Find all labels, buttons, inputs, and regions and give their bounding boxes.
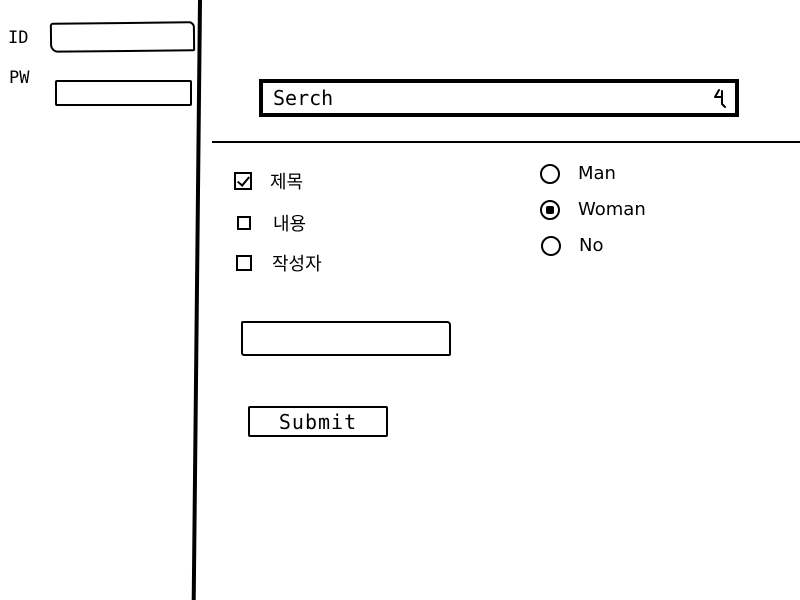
checkbox-option-author[interactable]: 작성자 — [236, 250, 322, 276]
checkbox-label: 내용 — [273, 214, 307, 235]
checkbox-label: 작성자 — [272, 254, 322, 275]
radio-label: No — [579, 235, 604, 256]
sidebar: ID PW — [0, 0, 200, 600]
id-input[interactable] — [49, 21, 196, 53]
pw-label: PW — [9, 68, 30, 88]
id-label: ID — [8, 28, 29, 48]
checkbox-content[interactable] — [237, 216, 251, 230]
radio-label: Man — [578, 163, 616, 184]
text-input[interactable] — [241, 321, 451, 356]
checkbox-option-content[interactable]: 내용 — [237, 210, 306, 236]
checkbox-option-title[interactable]: 제목 — [234, 168, 303, 194]
radio-option-man[interactable]: Man — [540, 163, 616, 184]
search-icon[interactable] — [705, 83, 735, 113]
radio-woman[interactable] — [540, 199, 560, 220]
pw-input[interactable] — [55, 80, 192, 106]
submit-button[interactable]: Submit — [248, 406, 388, 437]
horizontal-divider — [212, 141, 800, 143]
checkbox-label: 제목 — [270, 172, 304, 193]
search-icon-glyph — [714, 89, 726, 108]
page: ID PW 제목 내용 작성자 Man Woman — [0, 0, 800, 600]
radio-option-woman[interactable]: Woman — [540, 199, 646, 220]
radio-label: Woman — [578, 199, 646, 220]
search-bar — [259, 79, 739, 117]
checkbox-title[interactable] — [234, 172, 252, 190]
radio-man[interactable] — [540, 163, 560, 184]
checkbox-author[interactable] — [236, 255, 252, 271]
search-input[interactable] — [263, 83, 705, 113]
radio-no[interactable] — [541, 235, 561, 256]
radio-option-no[interactable]: No — [541, 235, 603, 256]
